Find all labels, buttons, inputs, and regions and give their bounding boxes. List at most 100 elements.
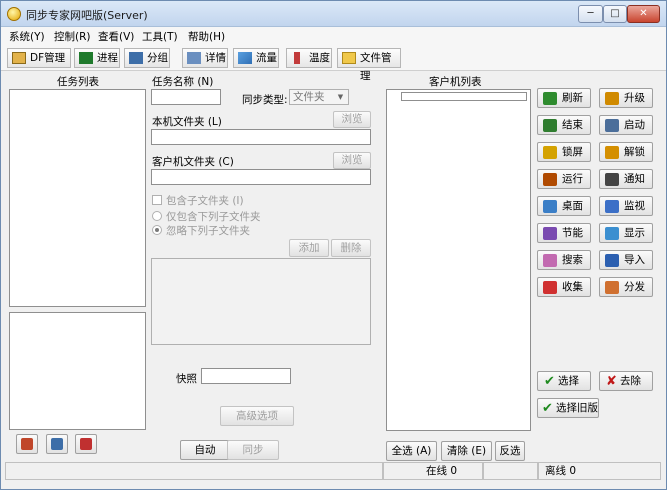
close-button[interactable]: ✕ xyxy=(627,5,660,23)
task-list[interactable] xyxy=(9,89,146,307)
toolbar-process-label: 进程 xyxy=(97,52,118,64)
search-button[interactable]: 搜索 xyxy=(537,250,591,270)
menu-view[interactable]: 查看(V) xyxy=(98,29,134,44)
power-button[interactable]: 节能 xyxy=(537,223,591,243)
upgrade-icon xyxy=(605,92,619,105)
client-folder-label: 客户机文件夹 (C) xyxy=(152,156,234,168)
clear-button[interactable]: 清除 (E) xyxy=(441,441,492,461)
unlock-button[interactable]: 解锁 xyxy=(599,142,653,162)
auto-button[interactable]: 自动 xyxy=(180,440,230,460)
invert-button[interactable]: 反选 xyxy=(495,441,525,461)
toolbar-file-manage-button[interactable]: 文件管理 xyxy=(337,48,401,82)
monitor-label: 监视 xyxy=(624,200,645,212)
menu-help[interactable]: 帮助(H) xyxy=(188,29,225,44)
cross-icon: ✘ xyxy=(606,374,617,389)
status-main xyxy=(5,462,383,480)
new-task-icon xyxy=(21,438,33,450)
run-icon xyxy=(543,173,557,186)
checkmark-icon: ✔ xyxy=(542,401,553,416)
task-name-input[interactable] xyxy=(151,89,221,105)
task-detail-list[interactable] xyxy=(9,312,146,430)
sync-type-select[interactable]: 文件夹 ▼ xyxy=(289,89,349,105)
notify-icon xyxy=(605,173,619,186)
toolbar-group-label: 分组 xyxy=(147,52,168,64)
df-manage-icon xyxy=(12,52,26,64)
local-folder-label: 本机文件夹 (L) xyxy=(152,116,222,128)
traffic-icon xyxy=(238,52,252,64)
refresh-icon xyxy=(543,92,557,105)
copy-task-button[interactable] xyxy=(46,434,68,454)
power-icon xyxy=(543,227,557,240)
import-button[interactable]: 导入 xyxy=(599,250,653,270)
include-subfolders-checkbox[interactable] xyxy=(152,195,162,205)
menu-system[interactable]: 系统(Y) xyxy=(9,29,45,44)
local-folder-input[interactable] xyxy=(151,129,371,145)
new-task-button[interactable] xyxy=(16,434,38,454)
toolbar-df-manage-button[interactable]: DF管理 xyxy=(7,48,71,68)
toolbar-file-manage-label: 文件管理 xyxy=(360,52,392,82)
desktop-button[interactable]: 桌面 xyxy=(537,196,591,216)
collect-icon xyxy=(543,281,557,294)
display-button[interactable]: 显示 xyxy=(599,223,653,243)
unlock-icon xyxy=(605,146,619,159)
power-label: 节能 xyxy=(562,227,583,239)
toolbar-group-button[interactable]: 分组 xyxy=(124,48,170,68)
start-label: 启动 xyxy=(624,119,645,131)
toolbar-temperature-button[interactable]: 温度 xyxy=(286,48,332,68)
remove-button[interactable]: ✘ 去除 xyxy=(599,371,653,391)
menu-tools[interactable]: 工具(T) xyxy=(142,29,178,44)
client-list-header[interactable] xyxy=(401,92,527,101)
thermometer-icon xyxy=(294,52,300,64)
browse-local-button[interactable]: 浏览 xyxy=(333,111,371,128)
maximize-button[interactable]: □ xyxy=(603,5,627,23)
toolbar-details-button[interactable]: 详情 xyxy=(182,48,228,68)
collect-label: 收集 xyxy=(562,281,583,293)
browse-client-button[interactable]: 浏览 xyxy=(333,152,371,169)
snapshot-label: 快照 xyxy=(176,373,197,385)
client-list[interactable] xyxy=(386,89,531,431)
start-button[interactable]: 启动 xyxy=(599,115,653,135)
details-icon xyxy=(187,52,201,64)
notify-button[interactable]: 通知 xyxy=(599,169,653,189)
toolbar-temperature-label: 温度 xyxy=(309,52,330,64)
subfolder-list[interactable] xyxy=(151,258,371,345)
only-include-radio[interactable] xyxy=(152,211,162,221)
toolbar-df-manage-label: DF管理 xyxy=(30,52,66,64)
lock-button[interactable]: 锁屏 xyxy=(537,142,591,162)
search-label: 搜索 xyxy=(562,254,583,266)
refresh-button[interactable]: 刷新 xyxy=(537,88,591,108)
select-button[interactable]: ✔ 选择 xyxy=(537,371,591,391)
delete-subfolder-button[interactable]: 删除 xyxy=(331,239,371,257)
select-all-button[interactable]: 全选 (A) xyxy=(386,441,437,461)
window-title: 同步专家网吧版(Server) xyxy=(26,9,148,22)
menu-control[interactable]: 控制(R) xyxy=(54,29,91,44)
sync-button[interactable]: 同步 xyxy=(227,440,279,460)
ignore-subfolders-radio[interactable] xyxy=(152,225,162,235)
monitor-icon xyxy=(605,200,619,213)
select-old-button[interactable]: ✔ 选择旧版 xyxy=(537,398,599,418)
snapshot-input[interactable] xyxy=(201,368,291,384)
run-button[interactable]: 运行 xyxy=(537,169,591,189)
distribute-button[interactable]: 分发 xyxy=(599,277,653,297)
group-icon xyxy=(129,52,143,64)
title-bar[interactable]: 同步专家网吧版(Server) ─ □ ✕ xyxy=(1,1,666,27)
toolbar: DF管理 进程 分组 详情 流量 温度 文件管理 xyxy=(1,45,666,82)
menu-bar: 系统(Y) 控制(R) 查看(V) 工具(T) 帮助(H) xyxy=(1,27,666,45)
copy-task-icon xyxy=(51,438,63,450)
minimize-button[interactable]: ─ xyxy=(578,5,603,23)
end-button[interactable]: 结束 xyxy=(537,115,591,135)
toolbar-traffic-button[interactable]: 流量 xyxy=(233,48,279,68)
process-icon xyxy=(79,52,93,64)
client-folder-input[interactable] xyxy=(151,169,371,185)
add-subfolder-button[interactable]: 添加 xyxy=(289,239,329,257)
advanced-options-button[interactable]: 高级选项 xyxy=(220,406,294,426)
select-old-label: 选择旧版 xyxy=(556,402,598,414)
toolbar-process-button[interactable]: 进程 xyxy=(74,48,120,68)
run-label: 运行 xyxy=(562,173,583,185)
collect-button[interactable]: 收集 xyxy=(537,277,591,297)
upgrade-button[interactable]: 升级 xyxy=(599,88,653,108)
online-count: 在线 0 xyxy=(426,465,458,477)
display-icon xyxy=(605,227,619,240)
monitor-button[interactable]: 监视 xyxy=(599,196,653,216)
delete-task-button[interactable] xyxy=(75,434,97,454)
